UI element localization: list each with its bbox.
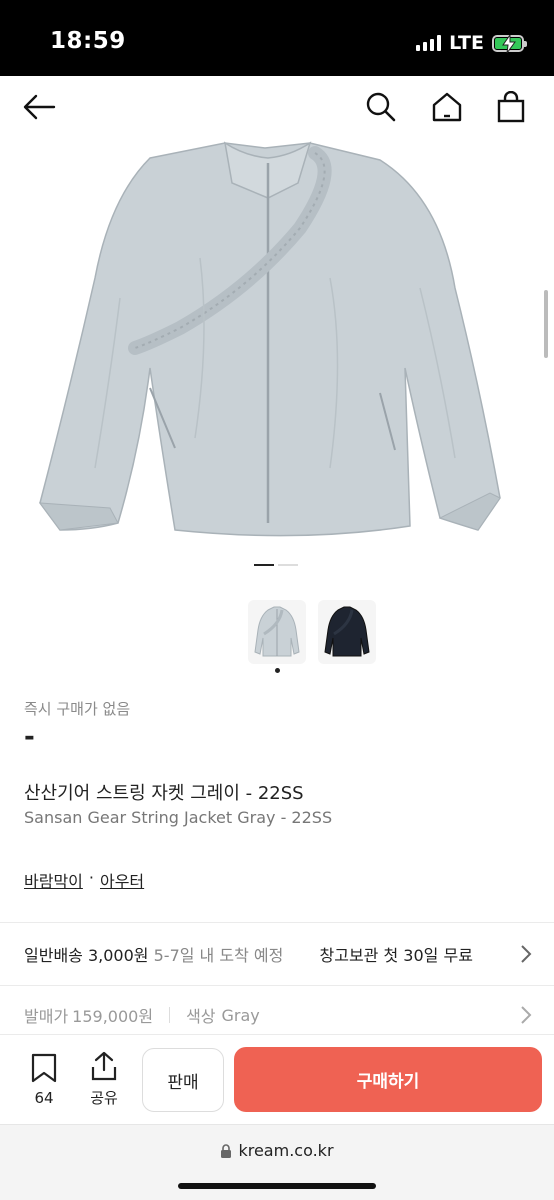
color-label: 색상 xyxy=(186,1007,216,1026)
chevron-right-icon[interactable] xyxy=(520,1005,532,1029)
section-divider xyxy=(0,922,554,923)
shipping-method: 일반배송 xyxy=(24,946,83,965)
product-name-en: Sansan Gear String Jacket Gray - 22SS xyxy=(24,808,333,827)
battery-icon xyxy=(492,34,527,53)
product-name-ko: 산산기어 스트링 자켓 그레이 - 22SS xyxy=(24,783,304,804)
pager-dot-active xyxy=(254,564,274,566)
home-indicator xyxy=(178,1183,376,1189)
bottom-action-bar: 64 공유 판매 구매하기 xyxy=(0,1034,554,1124)
status-time: 18:59 xyxy=(50,28,126,54)
category-link-outer[interactable]: 아우터 xyxy=(100,868,144,892)
section-divider xyxy=(0,985,554,986)
home-icon[interactable] xyxy=(428,88,466,126)
shipping-price: 3,000원 xyxy=(87,946,149,965)
sell-button[interactable]: 판매 xyxy=(142,1048,224,1112)
product-image[interactable] xyxy=(0,138,554,548)
image-pager xyxy=(254,564,298,566)
color-value: Gray xyxy=(221,1005,260,1025)
spec-row: 발매가 159,000원 색상 Gray xyxy=(24,1003,260,1027)
search-icon[interactable] xyxy=(362,88,400,126)
thumbnail-navy[interactable] xyxy=(318,600,376,664)
wish-count: 64 xyxy=(34,1089,54,1107)
share-button[interactable]: 공유 xyxy=(82,1051,126,1108)
share-label: 공유 xyxy=(90,1089,118,1107)
release-price: 159,000원 xyxy=(72,1007,154,1026)
chevron-right-icon[interactable] xyxy=(520,944,532,968)
pager-dot xyxy=(278,564,298,566)
storage-label: 창고보관 xyxy=(319,946,379,965)
network-label: LTE xyxy=(449,32,484,54)
release-price-label: 발매가 xyxy=(24,1007,69,1026)
category-links: 바람막이 · 아우터 xyxy=(24,868,144,892)
buy-button[interactable]: 구매하기 xyxy=(234,1047,542,1112)
shopping-bag-icon[interactable] xyxy=(492,88,530,126)
product-price: - xyxy=(24,722,35,752)
category-separator: · xyxy=(88,868,94,887)
browser-url-bar: kream.co.kr xyxy=(0,1124,554,1200)
color-thumbnails xyxy=(248,600,376,664)
share-icon xyxy=(91,1051,117,1081)
shipping-eta: 5-7일 내 도착 예정 xyxy=(153,946,284,965)
signal-icon xyxy=(416,35,442,51)
bookmark-icon xyxy=(31,1053,57,1083)
url-display[interactable]: kream.co.kr xyxy=(0,1141,554,1160)
wish-button[interactable]: 64 xyxy=(22,1053,66,1107)
storage-text: 첫 30일 무료 xyxy=(383,946,473,965)
status-icons: LTE xyxy=(416,32,527,54)
back-arrow-icon[interactable] xyxy=(20,88,58,126)
scroll-indicator xyxy=(544,290,548,358)
thumbnail-selected-dot xyxy=(275,668,280,673)
top-nav xyxy=(0,76,554,138)
shipping-options[interactable]: 일반배송 3,000원 5-7일 내 도착 예정 창고보관 첫 30일 무료 xyxy=(24,942,540,968)
immediate-purchase-label: 즉시 구매가 없음 xyxy=(24,700,131,718)
status-bar: 18:59 LTE xyxy=(0,0,554,76)
lock-icon xyxy=(221,1143,232,1158)
thumbnail-gray[interactable] xyxy=(248,600,306,664)
url-text: kream.co.kr xyxy=(238,1141,334,1160)
category-link-windbreaker[interactable]: 바람막이 xyxy=(24,868,83,892)
